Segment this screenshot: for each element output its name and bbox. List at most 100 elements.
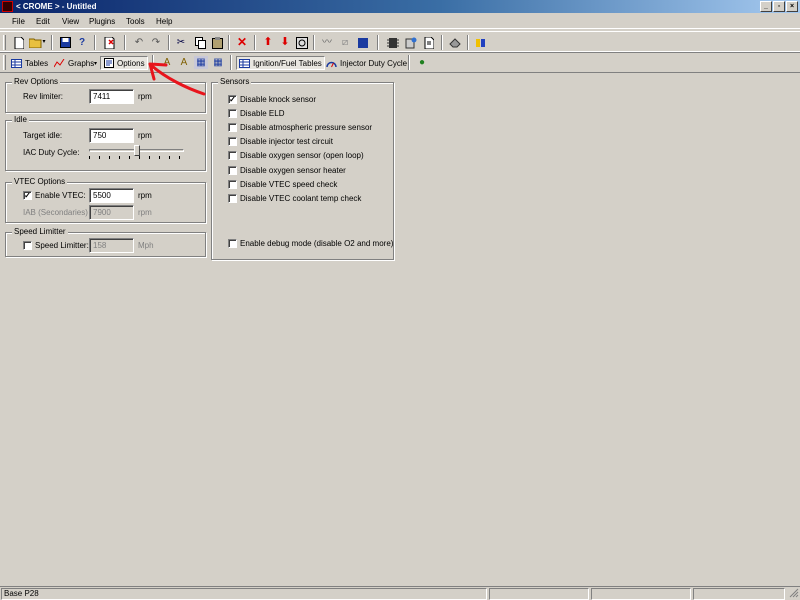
document-icon[interactable]	[422, 36, 436, 49]
speed-limitter-label[interactable]: Speed Limitter:	[35, 241, 89, 250]
oxygen-heater-checkbox[interactable]	[228, 166, 237, 175]
graphs-dropdown-icon[interactable]: ▾	[92, 56, 99, 70]
title-bar[interactable]: < CROME > - Untitled _ ▫ ×	[0, 0, 800, 13]
iac-duty-cycle-label: IAC Duty Cycle:	[23, 148, 80, 157]
toolbar-separator	[254, 35, 256, 50]
toolbar-separator	[228, 35, 230, 50]
copy-icon[interactable]	[193, 36, 207, 49]
options-icon	[103, 58, 114, 68]
menu-file[interactable]: File	[12, 17, 25, 26]
new-file-icon[interactable]	[12, 36, 26, 49]
open-folder-icon[interactable]	[28, 36, 42, 49]
menu-tools[interactable]: Tools	[126, 17, 145, 26]
menu-help[interactable]: Help	[156, 17, 172, 26]
ignition-fuel-tables-button[interactable]: Ignition/Fuel Tables	[236, 56, 325, 70]
injector-duty-cycle-button[interactable]: Injector Duty Cycle	[324, 56, 409, 70]
move-icon[interactable]	[295, 36, 309, 49]
delete-icon[interactable]: ✕	[235, 36, 249, 49]
cut-icon[interactable]: ✂	[174, 36, 188, 49]
status-pane-2	[489, 588, 589, 600]
table-icon	[239, 58, 250, 68]
line-graph-icon[interactable]: 〰	[320, 36, 334, 49]
vtec-rpm-input[interactable]: 5500	[89, 188, 134, 203]
status-pane-4	[693, 588, 785, 600]
enable-vtec-label[interactable]: Enable VTEC:	[35, 191, 86, 200]
slider-thumb[interactable]	[134, 145, 140, 156]
open-dropdown-icon[interactable]: ▾	[41, 36, 47, 49]
rev-limiter-label: Rev limiter:	[23, 92, 64, 101]
save-icon[interactable]	[58, 36, 72, 49]
vtec-coolant-check-label[interactable]: Disable VTEC coolant temp check	[240, 194, 361, 203]
chart-b-icon[interactable]: ▦	[211, 56, 225, 69]
rev-limiter-input[interactable]: 7411	[89, 89, 134, 104]
graphs-label: Graphs	[68, 58, 95, 68]
toolbar-separator	[51, 35, 53, 50]
speed-limit-input[interactable]: 158	[89, 238, 134, 253]
vtec-speed-check-label[interactable]: Disable VTEC speed check	[240, 180, 337, 189]
options-button[interactable]: Options	[100, 56, 148, 70]
iab-secondaries-label: IAB (Secondaries)	[23, 208, 88, 217]
graphs-button[interactable]: Graphs	[52, 56, 96, 70]
minimize-button[interactable]: _	[760, 1, 772, 12]
tables-button[interactable]: Tables	[9, 56, 50, 70]
knock-sensor-checkbox[interactable]: ✓	[228, 95, 237, 104]
iab-rpm-unit: rpm	[138, 208, 152, 217]
eraser-icon[interactable]	[448, 36, 462, 49]
oxygen-sensor-checkbox[interactable]	[228, 151, 237, 160]
injector-test-label[interactable]: Disable injector test circuit	[240, 137, 333, 146]
menu-bar: File Edit View Plugins Tools Help	[0, 13, 800, 29]
vtec-speed-check-checkbox[interactable]	[228, 180, 237, 189]
slider-ticks	[89, 156, 184, 159]
status-bar: Base P28	[0, 586, 800, 600]
chip-icon[interactable]	[386, 36, 400, 49]
plugin-icon[interactable]: ●	[415, 56, 429, 69]
iac-duty-cycle-slider[interactable]	[89, 145, 184, 159]
interpolate-icon[interactable]: ⧄	[338, 36, 352, 49]
target-idle-input[interactable]: 750	[89, 128, 134, 143]
arrow-up-icon[interactable]: ⬆	[261, 36, 275, 49]
oxygen-heater-label[interactable]: Disable oxygen sensor heater	[240, 166, 346, 175]
debug-mode-checkbox[interactable]	[228, 239, 237, 248]
restore-button[interactable]: ▫	[773, 1, 785, 12]
toolbar-separator	[94, 35, 96, 50]
eld-checkbox[interactable]	[228, 109, 237, 118]
target-idle-unit: rpm	[138, 131, 152, 140]
redo-icon[interactable]: ↷	[149, 36, 163, 49]
menu-view[interactable]: View	[62, 17, 79, 26]
menu-plugins[interactable]: Plugins	[89, 17, 115, 26]
vtec-coolant-check-checkbox[interactable]	[228, 194, 237, 203]
rev-options-legend: Rev Options	[12, 77, 61, 86]
resize-grip-icon[interactable]	[787, 588, 799, 600]
window-title: < CROME > - Untitled	[16, 2, 97, 11]
atmospheric-pressure-checkbox[interactable]	[228, 123, 237, 132]
vtec-rpm-unit: rpm	[138, 191, 152, 200]
knock-sensor-label[interactable]: Disable knock sensor	[240, 95, 316, 104]
app-icon[interactable]	[2, 1, 13, 12]
eld-label[interactable]: Disable ELD	[240, 109, 284, 118]
settings-chip-icon[interactable]	[404, 36, 418, 49]
iab-rpm-input[interactable]: 7900	[89, 205, 134, 220]
close-button[interactable]: ×	[786, 1, 798, 12]
sensors-legend: Sensors	[218, 77, 252, 86]
flag-icon[interactable]	[474, 36, 488, 49]
debug-mode-label[interactable]: Enable debug mode (disable O2 and more)	[240, 239, 393, 248]
oxygen-sensor-label[interactable]: Disable oxygen sensor (open loop)	[240, 151, 364, 160]
undo-icon[interactable]: ↶	[132, 36, 146, 49]
enable-vtec-checkbox[interactable]: ✓	[23, 191, 32, 200]
target-idle-label: Target idle:	[23, 131, 63, 140]
arrow-down-icon[interactable]: ⬇	[278, 36, 292, 49]
atmospheric-pressure-label[interactable]: Disable atmospheric pressure sensor	[240, 123, 372, 132]
injector-test-checkbox[interactable]	[228, 137, 237, 146]
toolbar-grip[interactable]	[3, 55, 6, 70]
speed-limitter-checkbox[interactable]	[23, 241, 32, 250]
stop-icon[interactable]	[356, 36, 370, 49]
toolbar-separator	[168, 35, 170, 50]
paste-icon[interactable]	[210, 36, 224, 49]
table-icon	[11, 58, 22, 68]
injector-duty-cycle-label: Injector Duty Cycle	[340, 58, 408, 68]
help-icon[interactable]: ?	[75, 36, 89, 49]
menu-edit[interactable]: Edit	[36, 17, 50, 26]
delete-page-icon[interactable]	[102, 36, 116, 49]
toolbar-separator	[313, 35, 315, 50]
toolbar-grip[interactable]	[3, 35, 6, 50]
